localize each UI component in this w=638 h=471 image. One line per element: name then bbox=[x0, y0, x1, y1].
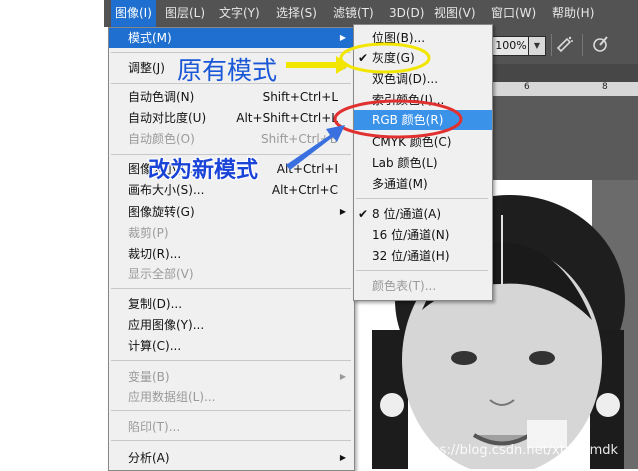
watermark-text: https://blog.csdn.net/xtggbmdk bbox=[413, 443, 619, 458]
yellow-highlight-circle bbox=[339, 42, 431, 74]
annotation-original-mode: 原有模式 bbox=[177, 56, 278, 85]
red-highlight-circle bbox=[333, 99, 463, 139]
annotation-overlay bbox=[286, 42, 463, 170]
annotation-change-mode: 改为新模式 bbox=[148, 158, 259, 183]
blue-arrow-icon bbox=[286, 125, 345, 170]
